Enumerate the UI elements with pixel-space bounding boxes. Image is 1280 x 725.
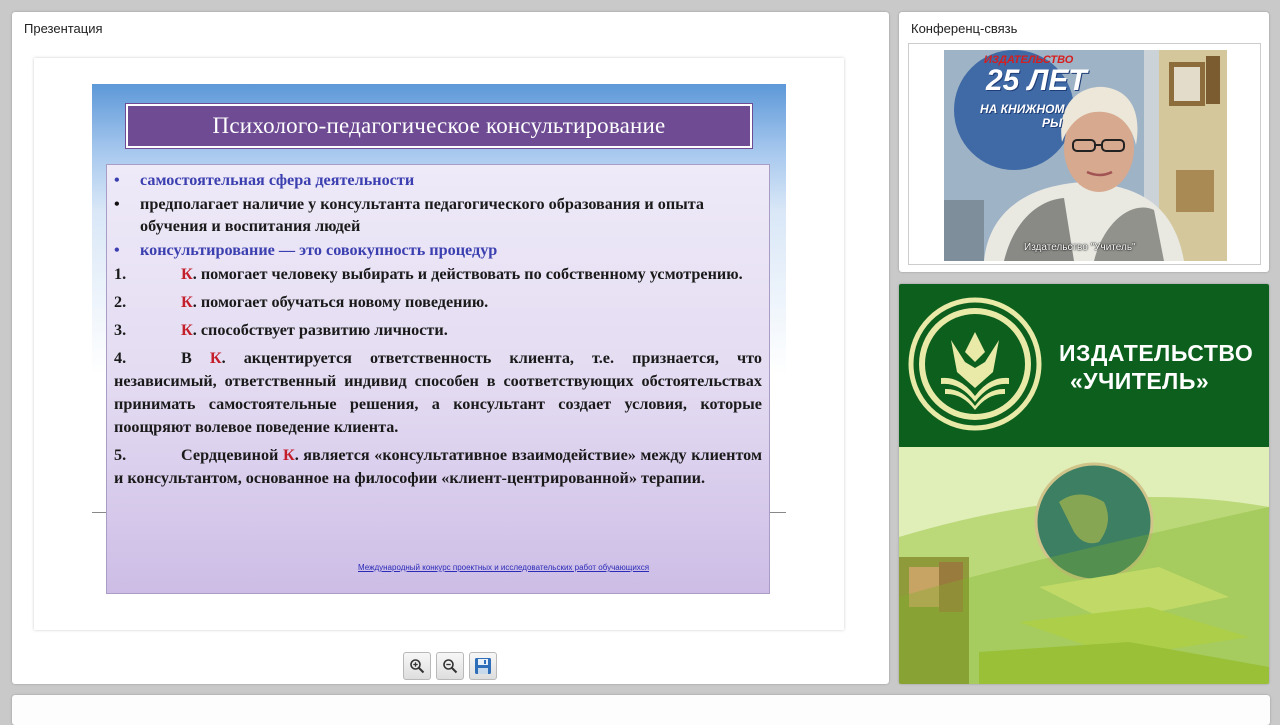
- save-button[interactable]: [469, 652, 497, 680]
- numbered-item: 3. К. способствует развитию личности.: [114, 319, 762, 342]
- slide-frame: Психолого-педагогическое консультировани…: [34, 58, 844, 630]
- bottom-panel: [12, 695, 1270, 725]
- item-number: 3.: [114, 321, 127, 339]
- video-frame: ИЗДАТЕЛЬСТВО 25 ЛЕТ НА КНИЖНОМ РЫ Издате…: [908, 43, 1261, 265]
- bullet-item: • консультирование — это совокупность пр…: [114, 239, 762, 261]
- bullet-text: предполагает наличие у консультанта педа…: [140, 195, 705, 235]
- item-number: 2.: [114, 293, 127, 311]
- zoom-out-button[interactable]: [436, 652, 464, 680]
- publisher-logo-icon: [908, 297, 1042, 431]
- publisher-banner: ИЗДАТЕЛЬСТВО «УЧИТЕЛЬ»: [899, 284, 1269, 684]
- numbered-item: 5. Сердцевиной К. является «консультативн…: [114, 444, 762, 490]
- item-prefix: Сердцевиной: [181, 446, 283, 464]
- item-k-letter: К: [282, 446, 295, 464]
- backdrop-text: НА КНИЖНОМ: [980, 102, 1065, 116]
- slide-title: Психолого-педагогическое консультировани…: [126, 104, 752, 148]
- zoom-in-icon: [410, 659, 425, 674]
- slide-content-box: • самостоятельная сфера деятельности • п…: [106, 164, 770, 594]
- item-text: . способствует развитию личности.: [192, 321, 448, 339]
- save-icon: [475, 658, 491, 674]
- item-k-letter: К: [181, 293, 193, 311]
- item-number: 5.: [114, 446, 127, 464]
- item-number: 1.: [114, 265, 127, 283]
- numbered-item: 2. К. помогает обучаться новому поведению…: [114, 291, 762, 314]
- banner-photo: [899, 447, 1269, 684]
- backdrop-text: РЫ: [1042, 116, 1063, 130]
- item-k-letter: К: [181, 321, 193, 339]
- bullet-text: консультирование — это совокупность проц…: [140, 241, 498, 259]
- backdrop-text: 25 ЛЕТ: [986, 64, 1087, 97]
- item-text: . помогает человеку выбирать и действова…: [192, 265, 743, 283]
- bullet-item: • предполагает наличие у консультанта пе…: [114, 193, 762, 237]
- conference-panel-title: Конференц-связь: [911, 21, 1018, 36]
- bullet-dot: •: [114, 241, 120, 259]
- slide-footer-link[interactable]: Международный конкурс проектных и исслед…: [358, 563, 649, 572]
- banner-title-line2: «УЧИТЕЛЬ»: [1070, 368, 1210, 394]
- presentation-panel-title: Презентация: [24, 21, 103, 36]
- banner-title-line1: ИЗДАТЕЛЬСТВО: [1059, 340, 1254, 366]
- zoom-in-button[interactable]: [403, 652, 431, 680]
- numbered-item: 1. К. помогает человеку выбирать и действ…: [114, 263, 762, 286]
- zoom-out-icon: [443, 659, 458, 674]
- webcam-video[interactable]: ИЗДАТЕЛЬСТВО 25 ЛЕТ НА КНИЖНОМ РЫ Издате…: [944, 50, 1227, 261]
- video-caption: Издательство "Учитель": [1024, 242, 1136, 253]
- banner-logo-area: ИЗДАТЕЛЬСТВО «УЧИТЕЛЬ»: [899, 284, 1269, 447]
- numbered-item: 4. В К. акцентируется ответственность кли…: [114, 347, 762, 439]
- item-text: . помогает обучаться новому поведению.: [192, 293, 489, 311]
- item-prefix: В: [181, 349, 210, 367]
- bullet-text: самостоятельная сфера деятельности: [140, 171, 415, 189]
- bullet-item: • самостоятельная сфера деятельности: [114, 169, 762, 191]
- bullet-dot: •: [114, 171, 120, 189]
- item-k-letter: К: [181, 265, 193, 283]
- conference-panel: Конференц-связь ИЗДАТЕЛЬСТВО 25 ЛЕТ НА К…: [899, 12, 1269, 272]
- item-k-letter: К: [209, 349, 222, 367]
- item-number: 4.: [114, 349, 127, 367]
- presentation-panel: Презентация Психолого-педагогическое кон…: [12, 12, 889, 684]
- bullet-dot: •: [114, 195, 120, 213]
- books-globe-image: [899, 447, 1269, 684]
